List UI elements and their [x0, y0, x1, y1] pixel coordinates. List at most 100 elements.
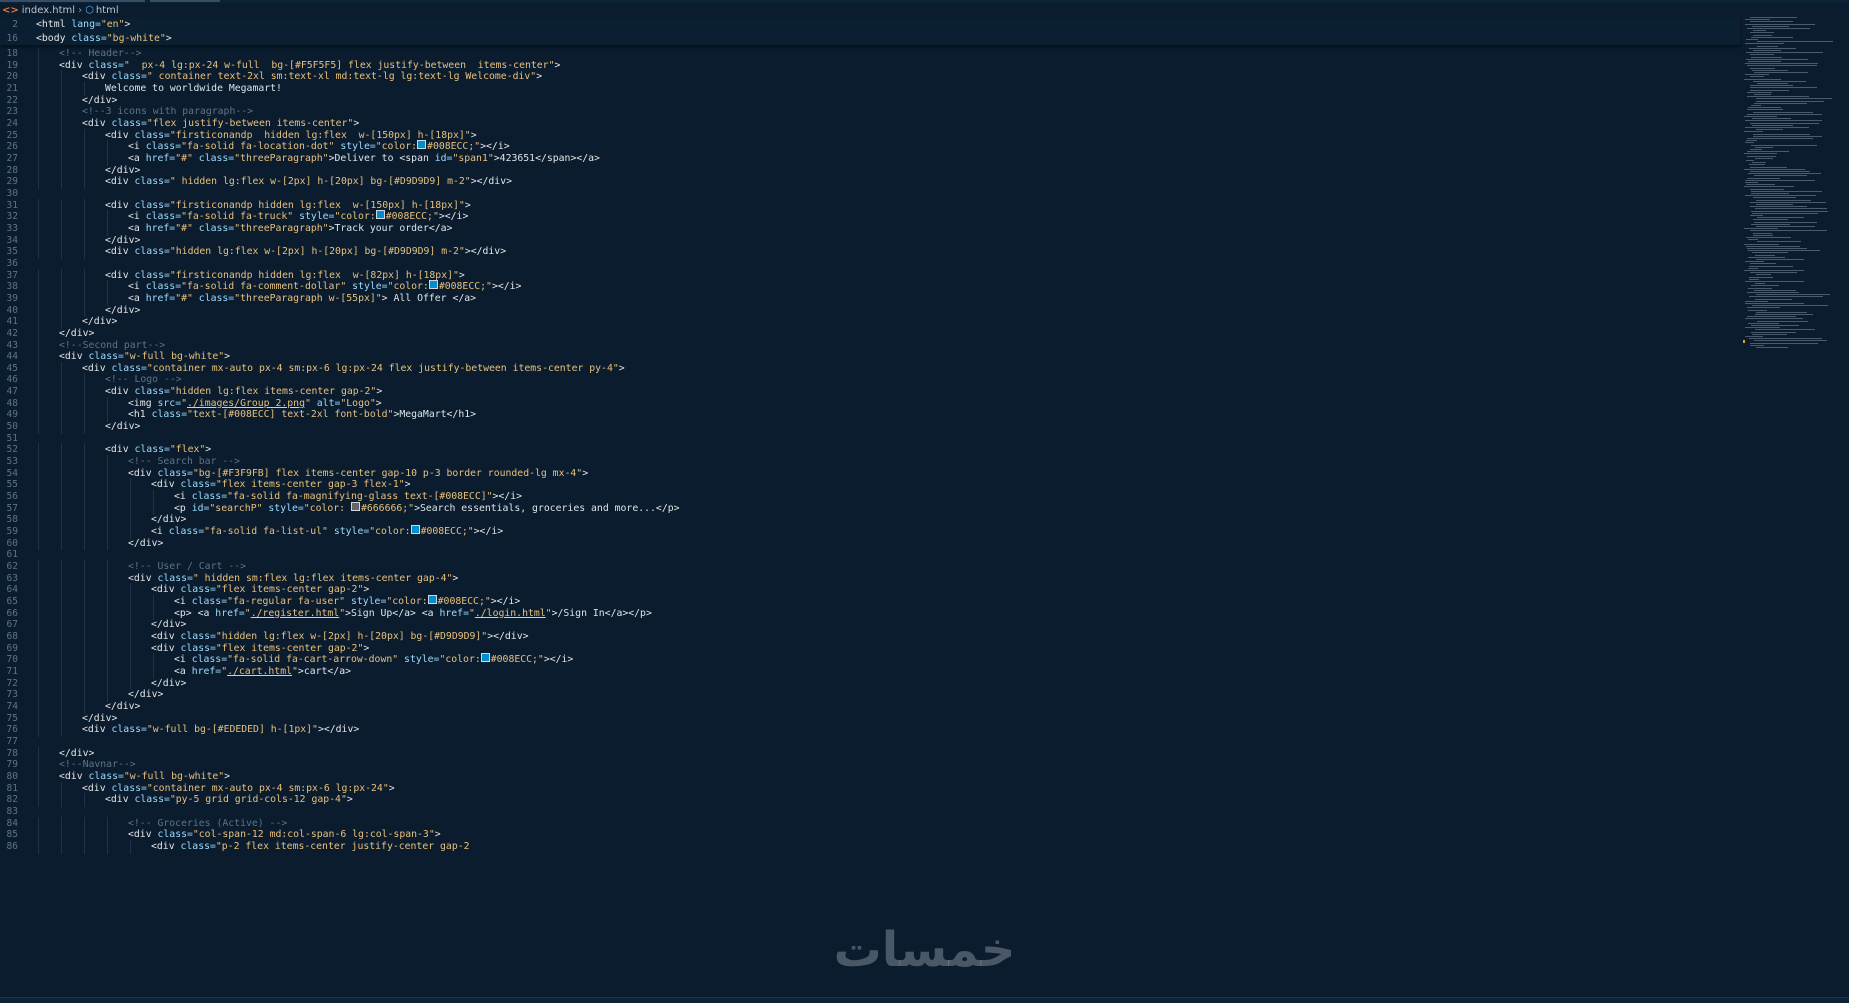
minimap-line — [1751, 331, 1796, 333]
code-link[interactable]: ./images/Group 2.png — [187, 398, 305, 409]
code-token: </a> <a — [392, 607, 440, 619]
minimap-line — [1752, 305, 1828, 307]
code-token: <div — [59, 351, 89, 363]
code-token: <div — [128, 467, 158, 479]
code-token: class= — [157, 829, 193, 841]
code-token: style= — [346, 281, 388, 293]
code-token: > — [363, 642, 370, 654]
color-swatch[interactable] — [410, 525, 420, 535]
color-swatch[interactable] — [417, 140, 427, 150]
code-token: ></div> — [470, 176, 512, 188]
minimap-line — [1751, 210, 1829, 212]
code-text: <body class="bg-white"> — [36, 32, 172, 46]
code-token: </div> — [128, 689, 164, 701]
breadcrumb-file[interactable]: index.html — [22, 5, 75, 16]
minimap[interactable] — [1742, 17, 1849, 997]
code-line[interactable]: 16 <body class="bg-white"> — [0, 32, 1740, 46]
code-token: style= — [262, 502, 304, 514]
code-link[interactable]: ./login.html — [475, 608, 546, 619]
minimap-line — [1745, 261, 1765, 263]
minimap-line — [1752, 333, 1787, 335]
minimap-line — [1755, 146, 1774, 148]
code-token: #008ECC;" — [420, 526, 474, 538]
code-token: <div — [105, 176, 135, 188]
code-token: class= — [88, 59, 124, 71]
code-token: class= — [134, 444, 170, 456]
minimap-line — [1747, 316, 1796, 318]
minimap-line — [1750, 89, 1789, 91]
code-token: class= — [88, 770, 124, 782]
indent-guide — [38, 839, 39, 854]
code-link[interactable]: ./register.html — [251, 608, 339, 619]
code-token: "w-full bg-white" — [123, 770, 225, 782]
minimap-marker — [1743, 340, 1745, 343]
minimap-line — [1750, 17, 1798, 18]
minimap-line — [1744, 168, 1805, 170]
color-swatch[interactable] — [350, 501, 360, 511]
code-token: style= — [327, 526, 370, 538]
code-token: </div> — [128, 537, 164, 549]
code-token: class= — [134, 269, 170, 281]
color-swatch[interactable] — [375, 210, 385, 220]
minimap-line — [1745, 179, 1815, 181]
code-token: class= — [180, 479, 216, 491]
code-token: class= — [134, 129, 170, 141]
minimap-line — [1755, 157, 1773, 159]
tab-indicator[interactable] — [0, 0, 145, 2]
minimap-line — [1750, 67, 1775, 69]
code-token: class= — [192, 222, 235, 234]
code-token: <!-- Logo --> — [105, 374, 182, 386]
code-link[interactable]: ./cart.html — [227, 666, 292, 677]
indent-guide — [61, 839, 62, 854]
minimap-line — [1750, 32, 1775, 34]
minimap-line — [1753, 232, 1772, 234]
minimap-line — [1753, 197, 1796, 199]
code-token: class= — [192, 292, 235, 304]
code-token: href= — [439, 607, 469, 619]
color-swatch[interactable] — [480, 653, 490, 663]
tab-indicator[interactable] — [150, 0, 220, 2]
breadcrumb-element[interactable]: html — [96, 5, 119, 16]
minimap-line — [1749, 296, 1824, 298]
code-token: #008ECC;" — [385, 211, 439, 223]
code-token: </a> — [327, 665, 351, 677]
code-token: "fa-regular fa-user" — [227, 596, 346, 608]
code-token: "Logo" — [340, 397, 376, 409]
minimap-line — [1750, 149, 1762, 150]
color-swatch[interactable] — [427, 595, 437, 605]
code-token: > — [376, 386, 383, 398]
minimap-line — [1756, 204, 1794, 205]
code-token: ></i> — [490, 596, 521, 608]
minimap-line — [1756, 274, 1772, 276]
color-swatch[interactable] — [428, 280, 438, 290]
code-token: "flex items-center gap-3 flex-1" — [215, 479, 405, 491]
code-token: <div — [82, 724, 112, 736]
sticky-scroll[interactable]: 2 <html lang="en"> 16 <body class="bg-white… — [0, 17, 1740, 45]
minimap-line — [1753, 34, 1773, 36]
minimap-line — [1746, 184, 1776, 186]
code-token: " hidden lg:flex w-[2px] h-[20px] bg-[#D… — [169, 176, 471, 188]
minimap-line — [1750, 76, 1765, 78]
code-token: <i — [128, 211, 146, 223]
code-token: <div — [105, 199, 135, 211]
minimap-line — [1745, 327, 1781, 329]
code-editor[interactable]: 18 <!-- Header--> 19 <div class=" px-4 lg:p… — [0, 47, 1740, 995]
code-token: id= — [191, 502, 210, 514]
code-token: <a — [174, 665, 192, 677]
minimap-line — [1745, 74, 1769, 76]
code-token: </div> — [82, 712, 118, 724]
code-token: </div> — [151, 514, 187, 526]
code-token: class= — [134, 386, 170, 398]
minimap-line — [1757, 41, 1833, 43]
code-token: <!--Second part--> — [59, 339, 166, 351]
code-token: class= — [111, 117, 147, 129]
code-token: > — [224, 770, 231, 782]
code-token: " container text-2xl sm:text-xl md:text-… — [146, 71, 537, 83]
minimap-line — [1748, 287, 1773, 289]
code-token: #008ECC;" — [438, 281, 492, 293]
minimap-line — [1748, 173, 1822, 175]
code-line[interactable]: 86 <div class="p-2 flex items-center just… — [0, 839, 1740, 854]
code-line[interactable]: 2 <html lang="en"> — [0, 18, 1740, 32]
code-token: <p — [174, 502, 192, 514]
minimap-line — [1744, 228, 1778, 230]
